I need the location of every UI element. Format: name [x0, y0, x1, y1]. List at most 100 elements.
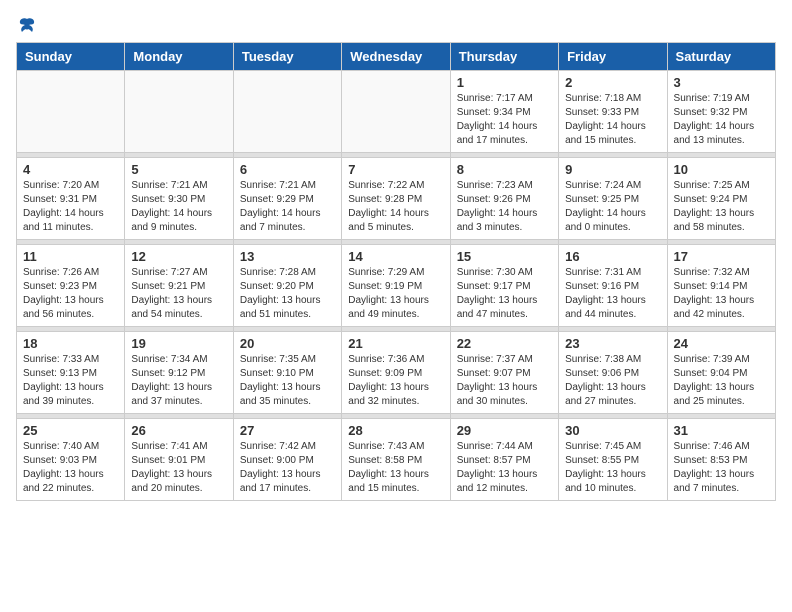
- day-number: 20: [240, 336, 335, 351]
- calendar-cell: 21 Sunrise: 7:36 AMSunset: 9:09 PMDayligh…: [342, 332, 450, 414]
- day-info: Sunrise: 7:46 AMSunset: 8:53 PMDaylight:…: [674, 440, 769, 496]
- day-number: 29: [457, 423, 552, 438]
- day-info: Sunrise: 7:38 AMSunset: 9:06 PMDaylight:…: [565, 353, 660, 409]
- day-info: Sunrise: 7:23 AMSunset: 9:26 PMDaylight:…: [457, 179, 552, 235]
- day-number: 9: [565, 162, 660, 177]
- day-info: Sunrise: 7:17 AMSunset: 9:34 PMDaylight:…: [457, 92, 552, 148]
- calendar-cell: 19 Sunrise: 7:34 AMSunset: 9:12 PMDayligh…: [125, 332, 233, 414]
- day-number: 4: [23, 162, 118, 177]
- calendar-cell: [125, 71, 233, 153]
- calendar-cell: 29 Sunrise: 7:44 AMSunset: 8:57 PMDayligh…: [450, 419, 558, 501]
- day-number: 21: [348, 336, 443, 351]
- calendar-header-row: SundayMondayTuesdayWednesdayThursdayFrid…: [17, 43, 776, 71]
- calendar-cell: 10 Sunrise: 7:25 AMSunset: 9:24 PMDayligh…: [667, 158, 775, 240]
- day-info: Sunrise: 7:40 AMSunset: 9:03 PMDaylight:…: [23, 440, 118, 496]
- calendar-cell: 2 Sunrise: 7:18 AMSunset: 9:33 PMDaylight…: [559, 71, 667, 153]
- day-number: 10: [674, 162, 769, 177]
- day-number: 31: [674, 423, 769, 438]
- calendar-cell: 27 Sunrise: 7:42 AMSunset: 9:00 PMDayligh…: [233, 419, 341, 501]
- day-header-sunday: Sunday: [17, 43, 125, 71]
- day-number: 14: [348, 249, 443, 264]
- day-info: Sunrise: 7:45 AMSunset: 8:55 PMDaylight:…: [565, 440, 660, 496]
- calendar-cell: 15 Sunrise: 7:30 AMSunset: 9:17 PMDayligh…: [450, 245, 558, 327]
- calendar-cell: 6 Sunrise: 7:21 AMSunset: 9:29 PMDaylight…: [233, 158, 341, 240]
- day-number: 25: [23, 423, 118, 438]
- calendar-cell: 30 Sunrise: 7:45 AMSunset: 8:55 PMDayligh…: [559, 419, 667, 501]
- calendar-cell: [233, 71, 341, 153]
- day-info: Sunrise: 7:20 AMSunset: 9:31 PMDaylight:…: [23, 179, 118, 235]
- calendar-cell: 4 Sunrise: 7:20 AMSunset: 9:31 PMDaylight…: [17, 158, 125, 240]
- day-number: 26: [131, 423, 226, 438]
- day-info: Sunrise: 7:29 AMSunset: 9:19 PMDaylight:…: [348, 266, 443, 322]
- day-info: Sunrise: 7:36 AMSunset: 9:09 PMDaylight:…: [348, 353, 443, 409]
- day-info: Sunrise: 7:24 AMSunset: 9:25 PMDaylight:…: [565, 179, 660, 235]
- calendar-cell: 5 Sunrise: 7:21 AMSunset: 9:30 PMDaylight…: [125, 158, 233, 240]
- day-number: 12: [131, 249, 226, 264]
- day-number: 19: [131, 336, 226, 351]
- day-info: Sunrise: 7:42 AMSunset: 9:00 PMDaylight:…: [240, 440, 335, 496]
- page-header: [16, 16, 776, 34]
- calendar-table: SundayMondayTuesdayWednesdayThursdayFrid…: [16, 42, 776, 501]
- week-row-0: 1 Sunrise: 7:17 AMSunset: 9:34 PMDaylight…: [17, 71, 776, 153]
- day-info: Sunrise: 7:28 AMSunset: 9:20 PMDaylight:…: [240, 266, 335, 322]
- day-number: 28: [348, 423, 443, 438]
- calendar-cell: 28 Sunrise: 7:43 AMSunset: 8:58 PMDayligh…: [342, 419, 450, 501]
- calendar-cell: 26 Sunrise: 7:41 AMSunset: 9:01 PMDayligh…: [125, 419, 233, 501]
- calendar-cell: 7 Sunrise: 7:22 AMSunset: 9:28 PMDaylight…: [342, 158, 450, 240]
- week-row-4: 25 Sunrise: 7:40 AMSunset: 9:03 PMDayligh…: [17, 419, 776, 501]
- day-info: Sunrise: 7:18 AMSunset: 9:33 PMDaylight:…: [565, 92, 660, 148]
- day-info: Sunrise: 7:19 AMSunset: 9:32 PMDaylight:…: [674, 92, 769, 148]
- week-row-3: 18 Sunrise: 7:33 AMSunset: 9:13 PMDayligh…: [17, 332, 776, 414]
- day-number: 18: [23, 336, 118, 351]
- calendar-cell: 16 Sunrise: 7:31 AMSunset: 9:16 PMDayligh…: [559, 245, 667, 327]
- calendar-cell: 8 Sunrise: 7:23 AMSunset: 9:26 PMDaylight…: [450, 158, 558, 240]
- day-info: Sunrise: 7:37 AMSunset: 9:07 PMDaylight:…: [457, 353, 552, 409]
- calendar-cell: 12 Sunrise: 7:27 AMSunset: 9:21 PMDayligh…: [125, 245, 233, 327]
- day-info: Sunrise: 7:25 AMSunset: 9:24 PMDaylight:…: [674, 179, 769, 235]
- day-info: Sunrise: 7:27 AMSunset: 9:21 PMDaylight:…: [131, 266, 226, 322]
- calendar-cell: 23 Sunrise: 7:38 AMSunset: 9:06 PMDayligh…: [559, 332, 667, 414]
- logo-bird-icon: [18, 16, 36, 34]
- day-info: Sunrise: 7:41 AMSunset: 9:01 PMDaylight:…: [131, 440, 226, 496]
- day-info: Sunrise: 7:33 AMSunset: 9:13 PMDaylight:…: [23, 353, 118, 409]
- day-number: 3: [674, 75, 769, 90]
- day-info: Sunrise: 7:22 AMSunset: 9:28 PMDaylight:…: [348, 179, 443, 235]
- day-info: Sunrise: 7:34 AMSunset: 9:12 PMDaylight:…: [131, 353, 226, 409]
- day-info: Sunrise: 7:31 AMSunset: 9:16 PMDaylight:…: [565, 266, 660, 322]
- day-number: 13: [240, 249, 335, 264]
- day-number: 15: [457, 249, 552, 264]
- day-info: Sunrise: 7:21 AMSunset: 9:29 PMDaylight:…: [240, 179, 335, 235]
- day-number: 5: [131, 162, 226, 177]
- day-number: 22: [457, 336, 552, 351]
- day-info: Sunrise: 7:39 AMSunset: 9:04 PMDaylight:…: [674, 353, 769, 409]
- day-number: 1: [457, 75, 552, 90]
- week-row-2: 11Sunrise: 7:26 AMSunset: 9:23 PMDayligh…: [17, 245, 776, 327]
- calendar-cell: 25 Sunrise: 7:40 AMSunset: 9:03 PMDayligh…: [17, 419, 125, 501]
- day-number: 27: [240, 423, 335, 438]
- day-number: 7: [348, 162, 443, 177]
- day-header-friday: Friday: [559, 43, 667, 71]
- calendar-cell: 20 Sunrise: 7:35 AMSunset: 9:10 PMDayligh…: [233, 332, 341, 414]
- calendar-cell: 1 Sunrise: 7:17 AMSunset: 9:34 PMDaylight…: [450, 71, 558, 153]
- day-header-tuesday: Tuesday: [233, 43, 341, 71]
- day-info: Sunrise: 7:35 AMSunset: 9:10 PMDaylight:…: [240, 353, 335, 409]
- calendar-cell: 11Sunrise: 7:26 AMSunset: 9:23 PMDayligh…: [17, 245, 125, 327]
- calendar-cell: 13 Sunrise: 7:28 AMSunset: 9:20 PMDayligh…: [233, 245, 341, 327]
- day-number: 23: [565, 336, 660, 351]
- day-info: Sunrise: 7:32 AMSunset: 9:14 PMDaylight:…: [674, 266, 769, 322]
- day-header-saturday: Saturday: [667, 43, 775, 71]
- day-number: 16: [565, 249, 660, 264]
- day-number: 6: [240, 162, 335, 177]
- day-info: Sunrise: 7:43 AMSunset: 8:58 PMDaylight:…: [348, 440, 443, 496]
- day-number: 8: [457, 162, 552, 177]
- calendar-cell: 17Sunrise: 7:32 AMSunset: 9:14 PMDayligh…: [667, 245, 775, 327]
- calendar-cell: 24Sunrise: 7:39 AMSunset: 9:04 PMDayligh…: [667, 332, 775, 414]
- week-row-1: 4 Sunrise: 7:20 AMSunset: 9:31 PMDaylight…: [17, 158, 776, 240]
- day-info: Sunrise: 7:44 AMSunset: 8:57 PMDaylight:…: [457, 440, 552, 496]
- calendar-cell: [342, 71, 450, 153]
- day-number: 30: [565, 423, 660, 438]
- day-info: Sunrise: 7:21 AMSunset: 9:30 PMDaylight:…: [131, 179, 226, 235]
- day-header-wednesday: Wednesday: [342, 43, 450, 71]
- day-info: Sunrise: 7:30 AMSunset: 9:17 PMDaylight:…: [457, 266, 552, 322]
- day-number: 2: [565, 75, 660, 90]
